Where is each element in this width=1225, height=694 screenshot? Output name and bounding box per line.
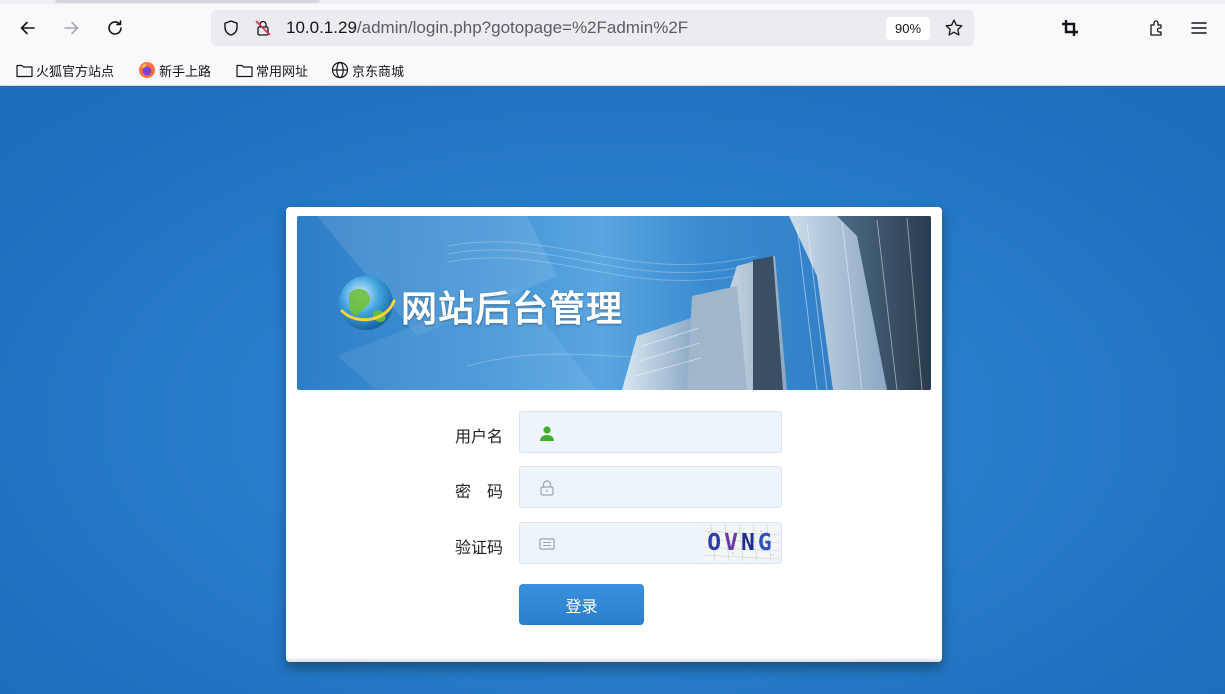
bookmark-star-icon[interactable] bbox=[944, 18, 964, 38]
captcha-image[interactable]: O V N G bbox=[703, 525, 779, 561]
username-label: 用户名 bbox=[454, 427, 503, 446]
back-arrow-icon bbox=[20, 21, 35, 35]
url-host: 10.0.1.29 bbox=[286, 18, 357, 37]
banner-title: 网站后台管理 bbox=[401, 289, 624, 330]
captcha-char: N bbox=[741, 530, 758, 556]
url-text[interactable]: 10.0.1.29/admin/login.php?gotopage=%2Fad… bbox=[286, 18, 688, 38]
globe-icon bbox=[331, 61, 349, 79]
login-button[interactable]: 登录 bbox=[519, 584, 644, 625]
back-button[interactable] bbox=[14, 14, 42, 42]
lock-icon bbox=[537, 478, 557, 498]
forward-button[interactable] bbox=[57, 14, 85, 42]
reload-button[interactable] bbox=[101, 14, 129, 42]
url-path: /admin/login.php?gotopage=%2Fadmin%2F bbox=[356, 18, 689, 37]
address-bar[interactable]: 10.0.1.29/admin/login.php?gotopage=%2Fad… bbox=[211, 10, 974, 46]
active-tab-edge[interactable] bbox=[55, 0, 320, 3]
password-label: 密 码 bbox=[454, 482, 503, 501]
bookmark-jd-mall[interactable]: 京东商城 bbox=[331, 60, 404, 80]
username-field[interactable] bbox=[519, 411, 782, 453]
bookmark-label: 常用网址 bbox=[256, 64, 309, 80]
bookmark-label: 火狐官方站点 bbox=[36, 64, 115, 80]
captcha-char: G bbox=[757, 530, 775, 556]
captcha-label: 验证码 bbox=[454, 538, 503, 557]
bookmark-label: 京东商城 bbox=[352, 64, 405, 80]
menu-hamburger-icon[interactable] bbox=[1187, 16, 1211, 40]
insecure-lock-icon[interactable] bbox=[253, 18, 273, 38]
captcha-char: O bbox=[707, 530, 725, 556]
shield-icon[interactable] bbox=[221, 18, 241, 38]
captcha-keyboard-icon bbox=[537, 534, 557, 554]
bookmark-getting-started[interactable]: 新手上路 bbox=[138, 60, 211, 80]
folder-icon bbox=[235, 61, 253, 79]
firefox-icon bbox=[138, 61, 156, 79]
folder-icon bbox=[15, 61, 33, 79]
reload-icon bbox=[108, 20, 122, 35]
login-banner: 网站后台管理 bbox=[297, 216, 931, 390]
bookmark-common-sites[interactable]: 常用网址 bbox=[235, 60, 308, 80]
captcha-input[interactable] bbox=[564, 523, 694, 563]
zoom-level-badge[interactable]: 90% bbox=[886, 17, 930, 40]
username-input[interactable] bbox=[564, 412, 764, 452]
browser-toolbar: 10.0.1.29/admin/login.php?gotopage=%2Fad… bbox=[0, 4, 1225, 52]
bookmark-label: 新手上路 bbox=[159, 64, 212, 80]
page-background: 网站后台管理 用户名 密 码 验证码 O V N G 登录 bbox=[0, 86, 1225, 694]
extensions-icon[interactable] bbox=[1145, 16, 1169, 40]
password-field[interactable] bbox=[519, 466, 782, 508]
panel-bottom-edge bbox=[286, 657, 942, 662]
screenshot-crop-icon[interactable] bbox=[1058, 16, 1082, 40]
captcha-char: V bbox=[724, 530, 741, 556]
bookmark-firefox-official[interactable]: 火狐官方站点 bbox=[15, 60, 114, 80]
login-panel: 网站后台管理 用户名 密 码 验证码 O V N G 登录 bbox=[286, 207, 942, 662]
captcha-field[interactable]: O V N G bbox=[519, 522, 782, 564]
password-input[interactable] bbox=[564, 467, 764, 507]
forward-arrow-icon bbox=[64, 21, 79, 35]
bookmarks-toolbar: 火狐官方站点 新手上路 常用网址 京东商城 bbox=[0, 52, 1225, 86]
user-icon bbox=[537, 423, 557, 443]
